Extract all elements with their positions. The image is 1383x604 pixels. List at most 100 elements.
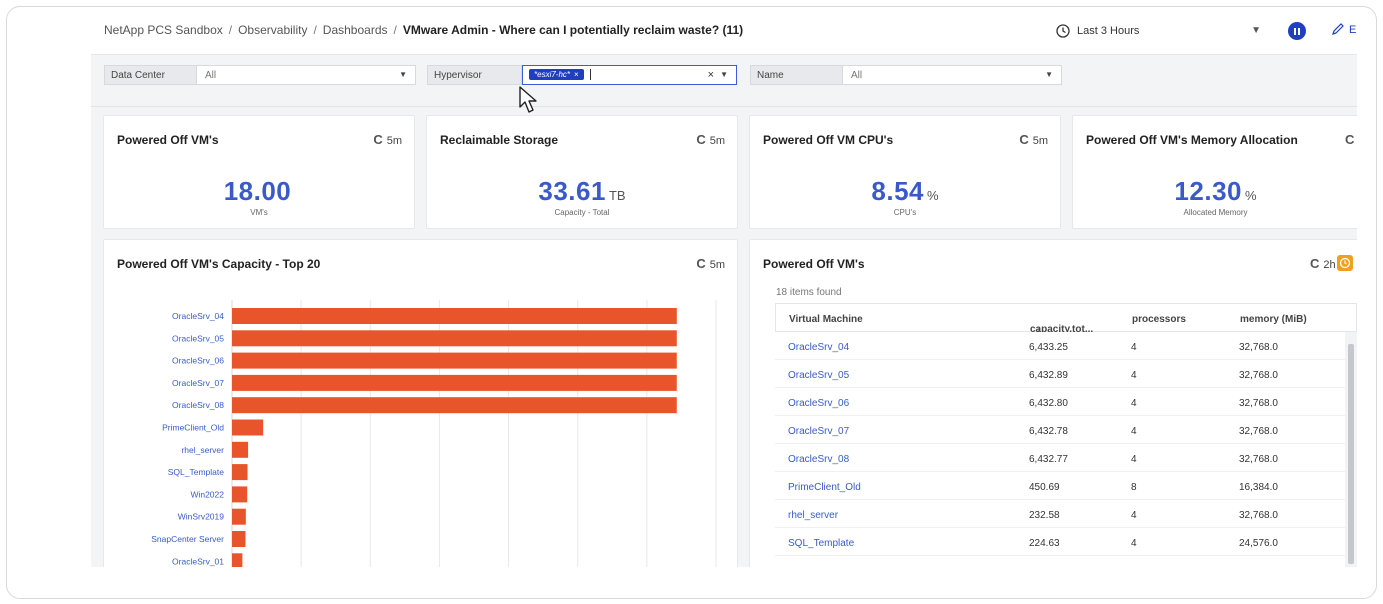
cell-processors: 4	[1131, 510, 1137, 521]
edit-button[interactable]: E	[1349, 24, 1356, 36]
cell-capacity: 450.69	[1029, 482, 1060, 493]
filter-hypervisor-input[interactable]: *esxi7-hc* × × ▼	[522, 65, 737, 85]
card-title: Reclaimable Storage	[440, 133, 559, 147]
chart-category-label[interactable]: OracleSrv_05	[172, 333, 224, 343]
column-header-memory[interactable]: memory (MiB)	[1240, 314, 1307, 325]
cell-virtual-machine[interactable]: OracleSrv_08	[788, 454, 849, 465]
table-row[interactable]: OracleSrv_07 6,432.78 4 32,768.0	[775, 416, 1345, 444]
filter-name-select[interactable]: All ▼	[843, 65, 1062, 85]
mouse-pointer-icon	[519, 86, 537, 113]
chart-bar[interactable]	[232, 508, 246, 525]
cell-capacity: 6,432.77	[1029, 454, 1068, 465]
kpi-number: 8.54	[871, 176, 925, 206]
table-row[interactable]: OracleSrv_05 6,432.89 4 32,768.0	[775, 360, 1345, 388]
refresh-interval: 2h	[1323, 259, 1336, 271]
chart-category-label[interactable]: OracleSrv_06	[172, 356, 224, 366]
filter-label: Hypervisor	[427, 65, 522, 85]
chart-bar[interactable]	[232, 553, 243, 567]
chart-category-label[interactable]: PrimeClient_Old	[162, 423, 224, 433]
timer-icon	[1339, 257, 1351, 269]
kpi-value: 33.61 TB	[427, 176, 737, 207]
vertical-scrollbar[interactable]	[1345, 332, 1357, 567]
table-row[interactable]: OracleSrv_04 6,433.25 4 32,768.0	[775, 332, 1345, 360]
cell-memory: 32,768.0	[1239, 426, 1278, 437]
clock-icon	[1056, 24, 1070, 38]
chart-bar[interactable]	[232, 330, 677, 347]
refresh-button[interactable]: C	[1345, 132, 1357, 147]
kpi-unit: %	[1245, 188, 1257, 203]
alert-badge[interactable]	[1337, 255, 1353, 271]
chart-bar[interactable]	[232, 531, 246, 547]
cell-virtual-machine[interactable]: SQL_Template	[788, 538, 854, 549]
cell-virtual-machine[interactable]: OracleSrv_06	[788, 398, 849, 409]
breadcrumb-item-dashboards[interactable]: Dashboards	[323, 23, 388, 37]
text-cursor	[589, 69, 591, 80]
cell-virtual-machine[interactable]: OracleSrv_07	[788, 426, 849, 437]
chart-bar[interactable]	[232, 397, 677, 414]
chart-category-label[interactable]: SQL_Template	[168, 467, 224, 477]
kpi-value: 18.00	[104, 176, 414, 207]
refresh-button[interactable]: C 2h	[1310, 256, 1336, 271]
app-window: NetApp PCS Sandbox / Observability / Dashboa…	[91, 7, 1357, 567]
filter-name[interactable]: Name All ▼	[750, 65, 1062, 85]
chevron-down-icon: ▼	[1251, 25, 1261, 36]
column-header-processors[interactable]: processors	[1132, 314, 1186, 325]
breadcrumb-separator: /	[313, 23, 317, 37]
chart-category-label[interactable]: OracleSrv_08	[172, 400, 224, 410]
cell-virtual-machine[interactable]: rhel_server	[788, 510, 838, 521]
table-row[interactable]: rhel_server 232.58 4 32,768.0	[775, 500, 1345, 528]
column-header-virtual-machine[interactable]: Virtual Machine	[789, 314, 863, 325]
table-row[interactable]: OracleSrv_06 6,432.80 4 32,768.0	[775, 388, 1345, 416]
time-range-select[interactable]: Last 3 Hours ▼	[1056, 17, 1271, 45]
card-title: Powered Off VM CPU's	[763, 133, 894, 147]
filter-chip-label: *esxi7-hc*	[534, 70, 571, 80]
refresh-icon: C	[696, 132, 706, 147]
filter-data-center-select[interactable]: All ▼	[197, 65, 416, 85]
filter-hypervisor[interactable]: Hypervisor *esxi7-hc* × × ▼	[427, 65, 737, 85]
breadcrumb-item-observability[interactable]: Observability	[238, 23, 307, 37]
clear-icon[interactable]: ×	[708, 69, 714, 81]
cell-virtual-machine[interactable]: OracleSrv_05	[788, 370, 849, 381]
table-row[interactable]: OracleSrv_08 6,432.77 4 32,768.0	[775, 444, 1345, 472]
filter-chip[interactable]: *esxi7-hc* ×	[529, 69, 584, 81]
chart-category-label[interactable]: rhel_server	[181, 445, 224, 455]
refresh-button[interactable]: C 5m	[373, 132, 402, 147]
cell-virtual-machine[interactable]: OracleSrv_04	[788, 342, 849, 353]
chart-bar[interactable]	[232, 464, 248, 481]
refresh-button[interactable]: C 5m	[1019, 132, 1048, 147]
breadcrumb-item-sandbox[interactable]: NetApp PCS Sandbox	[104, 23, 223, 37]
chart-bar[interactable]	[232, 374, 677, 391]
chart-bar[interactable]	[232, 441, 249, 458]
chevron-down-icon: ▼	[1045, 70, 1053, 79]
filter-data-center[interactable]: Data Center All ▼	[104, 65, 416, 85]
chart-bar[interactable]	[232, 308, 677, 324]
filter-label: Name	[750, 65, 843, 85]
filter-label: Data Center	[104, 65, 197, 85]
chart-bar[interactable]	[232, 419, 264, 436]
chip-close-icon[interactable]: ×	[574, 70, 579, 79]
pencil-icon[interactable]	[1331, 22, 1345, 36]
table-row[interactable]: SQL_Template 224.63 4 24,576.0	[775, 528, 1345, 556]
cell-virtual-machine[interactable]: PrimeClient_Old	[788, 482, 861, 493]
chart-category-label[interactable]: OracleSrv_01	[172, 556, 224, 566]
table-row[interactable]: PrimeClient_Old 450.69 8 16,384.0	[775, 472, 1345, 500]
breadcrumb: NetApp PCS Sandbox / Observability / Dashboa…	[104, 23, 743, 37]
scrollbar-thumb[interactable]	[1348, 344, 1354, 564]
kpi-value: 8.54%	[750, 176, 1060, 207]
refresh-interval: 5m	[709, 135, 725, 147]
cell-processors: 4	[1131, 342, 1137, 353]
refresh-button[interactable]: C 5m	[696, 256, 725, 271]
pause-button[interactable]	[1288, 22, 1306, 40]
kpi-card-memory-allocation: Powered Off VM's Memory Allocation C 12.…	[1072, 115, 1357, 229]
chart-bar[interactable]	[232, 486, 248, 503]
chevron-down-icon: ▼	[720, 70, 728, 79]
chart-category-label[interactable]: OracleSrv_07	[172, 378, 224, 388]
chart-category-label[interactable]: WinSrv2019	[178, 512, 225, 522]
chart-bar[interactable]	[232, 352, 677, 369]
refresh-button[interactable]: C 5m	[696, 132, 725, 147]
filter-bar: Data Center All ▼ Hypervisor *esxi7-hc* ×…	[91, 55, 1357, 107]
chart-category-label[interactable]: Win2022	[190, 489, 224, 499]
chart-card-capacity-top20: Powered Off VM's Capacity - Top 20 C 5m O…	[103, 239, 738, 567]
chart-category-label[interactable]: SnapCenter Server	[151, 534, 224, 544]
chart-category-label[interactable]: OracleSrv_04	[172, 311, 224, 321]
